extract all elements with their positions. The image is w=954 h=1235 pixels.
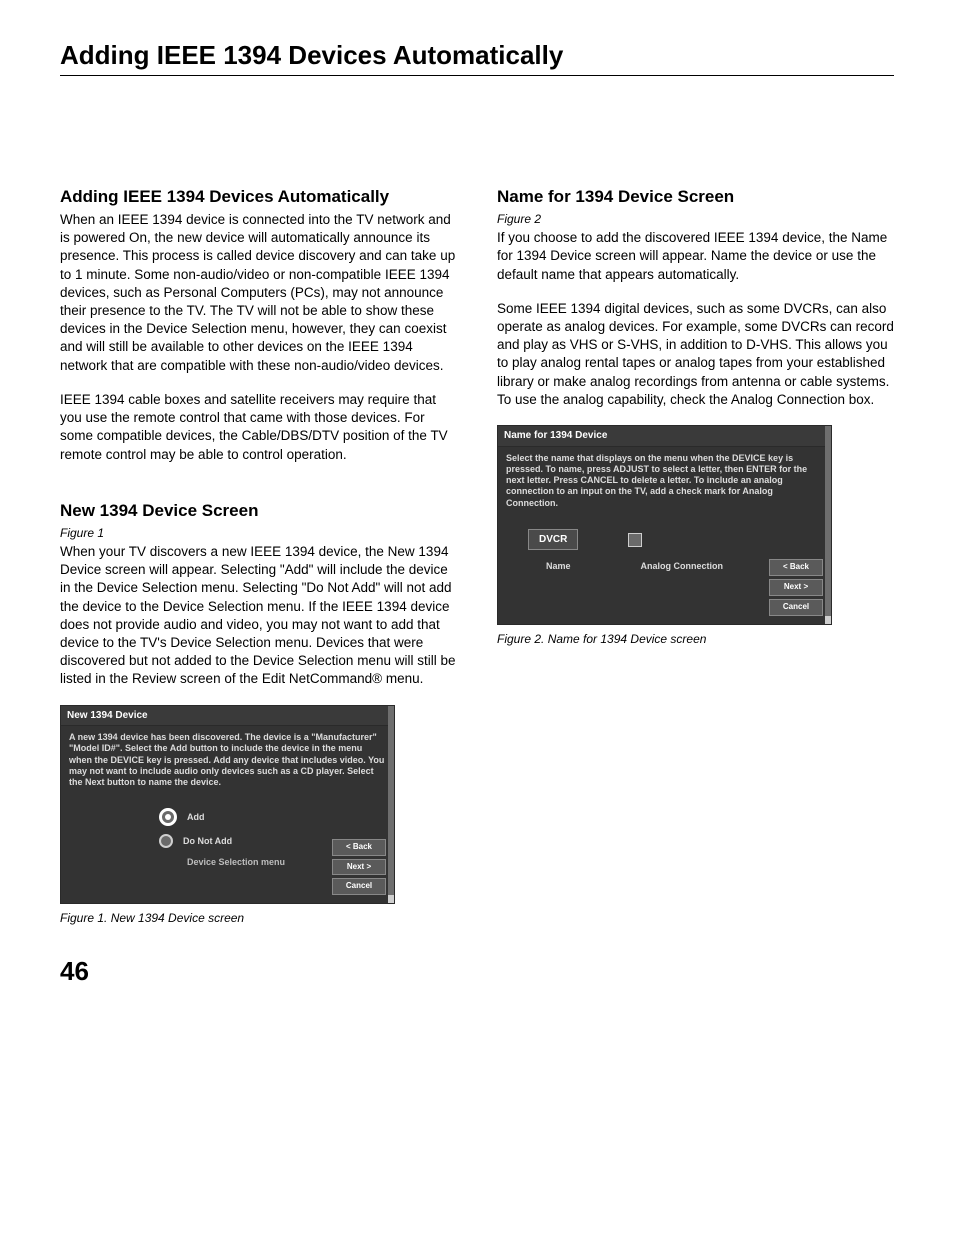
radio-icon [159, 834, 173, 848]
figure-2-dialog: Name for 1394 Device Select the name tha… [497, 425, 832, 625]
body-text: If you choose to add the discovered IEEE… [497, 229, 894, 284]
scrollbar[interactable] [825, 426, 831, 624]
figure-caption: Figure 1. New 1394 Device screen [60, 910, 457, 926]
dialog-title: New 1394 Device [61, 706, 394, 727]
section-heading-name-device: Name for 1394 Device Screen [497, 186, 894, 209]
dialog-instructions: Select the name that displays on the men… [506, 453, 823, 509]
dialog-instructions: A new 1394 device has been discovered. T… [69, 732, 386, 788]
next-button[interactable]: Next > [332, 859, 386, 876]
figure-reference: Figure 1 [60, 525, 457, 541]
section-heading-new-device: New 1394 Device Screen [60, 500, 457, 523]
page-title: Adding IEEE 1394 Devices Automatically [60, 40, 894, 76]
figure-reference: Figure 2 [497, 211, 894, 227]
radio-label: Add [187, 811, 205, 823]
dialog-title: Name for 1394 Device [498, 426, 831, 447]
section-heading-auto: Adding IEEE 1394 Devices Automatically [60, 186, 457, 209]
radio-selected-icon [159, 808, 177, 826]
analog-connection-label: Analog Connection [641, 560, 724, 572]
cancel-button[interactable]: Cancel [769, 599, 823, 616]
cancel-button[interactable]: Cancel [332, 878, 386, 895]
page-number: 46 [60, 956, 894, 987]
body-text: When an IEEE 1394 device is connected in… [60, 211, 457, 375]
body-text: IEEE 1394 cable boxes and satellite rece… [60, 391, 457, 464]
body-text: When your TV discovers a new IEEE 1394 d… [60, 543, 457, 689]
back-button[interactable]: < Back [332, 839, 386, 856]
analog-connection-checkbox[interactable] [628, 533, 642, 547]
back-button[interactable]: < Back [769, 559, 823, 576]
radio-label: Do Not Add [183, 835, 232, 847]
scrollbar[interactable] [388, 706, 394, 904]
body-text: Some IEEE 1394 digital devices, such as … [497, 300, 894, 409]
radio-option-add[interactable]: Add [159, 808, 386, 826]
next-button[interactable]: Next > [769, 579, 823, 596]
name-label: Name [546, 560, 571, 572]
device-name-input[interactable]: DVCR [528, 529, 578, 551]
figure-1-dialog: New 1394 Device A new 1394 device has be… [60, 705, 395, 905]
figure-caption: Figure 2. Name for 1394 Device screen [497, 631, 894, 647]
